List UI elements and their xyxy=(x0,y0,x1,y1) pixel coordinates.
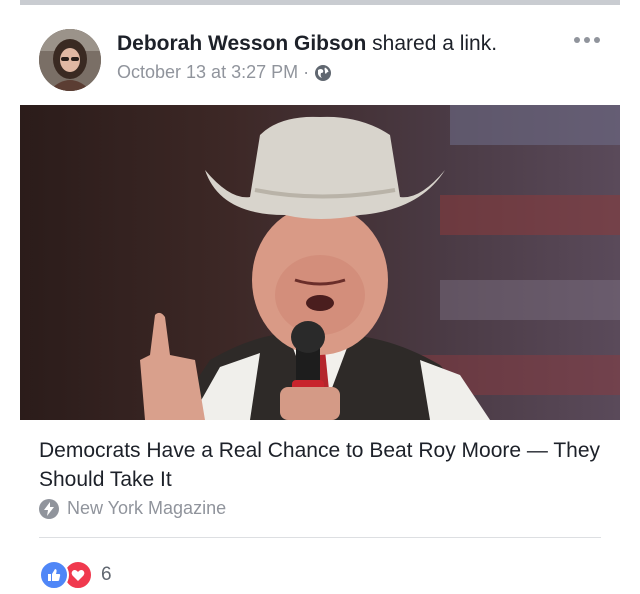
post-card: Deborah Wesson Gibson shared a link. Oct… xyxy=(20,5,620,594)
more-options-button[interactable] xyxy=(574,37,600,43)
source-name: New York Magazine xyxy=(67,498,227,518)
more-icon xyxy=(574,37,580,43)
globe-icon[interactable] xyxy=(314,64,332,82)
divider xyxy=(39,537,601,538)
more-icon-dot xyxy=(594,37,600,43)
post-meta: October 13 at 3:27 PM · xyxy=(117,62,332,83)
post-action: shared a link. xyxy=(372,32,498,55)
reaction-count: 6 xyxy=(101,564,112,585)
post-header: Deborah Wesson Gibson shared a link. xyxy=(117,32,497,56)
more-icon-dot xyxy=(584,37,590,43)
link-title[interactable]: Democrats Have a Real Chance to Beat Roy… xyxy=(39,436,609,494)
link-source[interactable]: New York Magazine xyxy=(39,498,226,519)
post-timestamp[interactable]: October 13 at 3:27 PM xyxy=(117,62,298,83)
avatar[interactable] xyxy=(39,29,101,91)
author-name[interactable]: Deborah Wesson Gibson xyxy=(117,32,366,55)
like-icon xyxy=(39,560,69,590)
bolt-icon xyxy=(39,498,59,519)
meta-separator: · xyxy=(303,62,310,82)
link-preview-image[interactable] xyxy=(20,105,620,420)
reactions-summary[interactable]: 6 xyxy=(39,560,112,590)
